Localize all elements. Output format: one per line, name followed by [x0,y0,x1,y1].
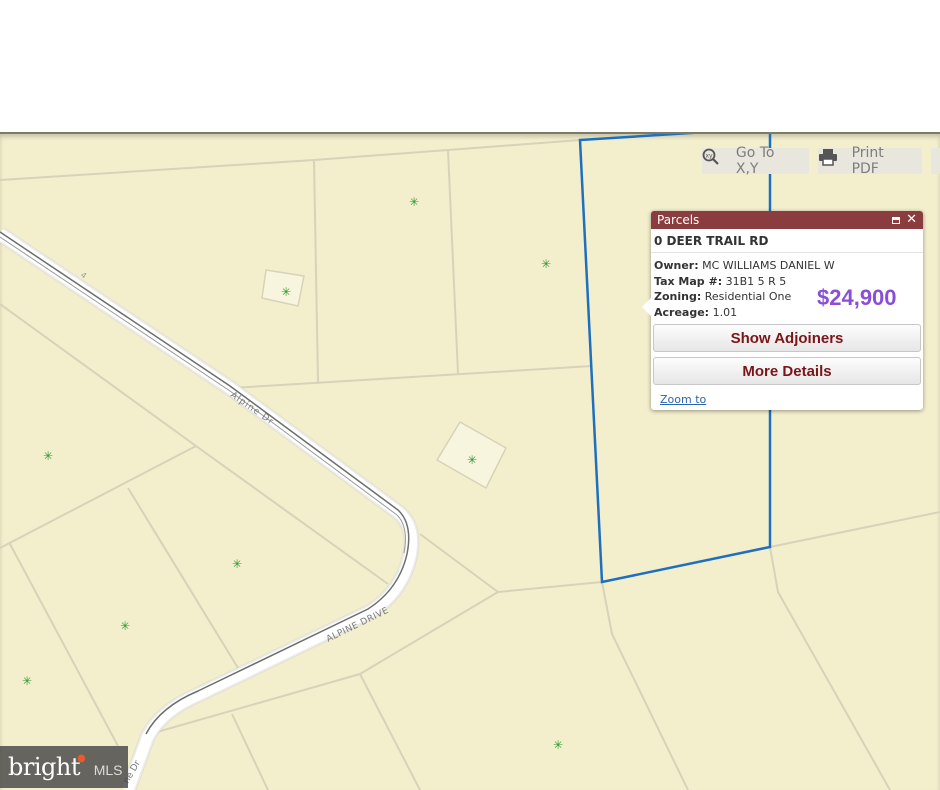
parcel-marker-icon[interactable]: ✳ [43,449,53,463]
parcel-address: 0 DEER TRAIL RD [651,229,923,253]
logo-accent-icon: ● [76,752,86,764]
parcel-line [769,546,891,790]
road-centerline-secondary [0,236,406,554]
popup-header-title: Parcels [657,213,700,227]
brand-suffix: MLS [93,762,123,778]
zoom-to-link[interactable]: Zoom to [660,393,706,406]
parcel-line [313,159,319,383]
road-edge [0,227,420,790]
listing-price: $24,900 [817,285,897,310]
print-pdf-label: Print PDF [851,145,884,177]
brand-name: bright [8,753,80,781]
parcel-line [231,713,269,790]
parcel-marker-icon[interactable]: ✳ [281,285,291,299]
parcel-line [0,139,581,181]
parcel-line [127,487,239,669]
parcel-line [419,533,603,594]
parcel-marker-icon[interactable]: ✳ [22,674,32,688]
parcel-popup: Parcels ✕ 0 DEER TRAIL RD Owner: MC WILL… [642,211,923,410]
parcel-line [231,365,593,389]
print-pdf-button[interactable]: Print PDF [818,145,922,177]
parcel-marker-icon[interactable]: ✳ [553,738,563,752]
show-adjoiners-button[interactable]: Show Adjoiners [653,324,921,352]
bright-mls-logo: bright ● MLS [0,746,128,788]
parcel-line [9,543,119,747]
parcel-marker-icon[interactable]: ✳ [409,195,419,209]
popup-header: Parcels ✕ [651,211,923,229]
parcel-line [447,149,459,375]
parcel-line [359,673,421,790]
go-to-xy-button[interactable]: xy Go To X,Y [702,145,809,177]
svg-text:xy: xy [705,153,713,160]
parcel-line [0,303,197,447]
road-surface [0,229,417,790]
parcel-marker-icon[interactable]: ✳ [120,619,130,633]
parcel-attributes: Owner: MC WILLIAMS DANIEL W Tax Map #: 3… [651,253,923,320]
parcel-line [0,445,197,549]
printer-icon [819,149,844,170]
field-owner: Owner: MC WILLIAMS DANIEL W [654,259,835,272]
go-to-xy-label: Go To X,Y [735,145,775,177]
parcel-line [769,511,940,548]
parcel-line [601,581,689,790]
map-view[interactable]: Alpine Dr ALPINE DRIVE ne Dr 4 ✳ ✳ ✳ ✳ ✳… [0,132,940,790]
alpine-drive-road [0,228,419,790]
close-icon[interactable]: ✕ [906,213,917,226]
parcel-marker-icon[interactable]: ✳ [232,557,242,571]
maximize-icon[interactable] [892,216,901,224]
parcel-marker-icon[interactable]: ✳ [541,257,551,271]
top-blank-area [0,0,940,132]
popup-pointer [642,298,651,316]
more-details-button[interactable]: More Details [653,357,921,385]
parcel-line [195,445,389,585]
parcel-marker-icon[interactable]: ✳ [467,453,477,467]
more-tools-button[interactable] [931,148,940,174]
zoom-xy-icon: xy [702,148,728,170]
